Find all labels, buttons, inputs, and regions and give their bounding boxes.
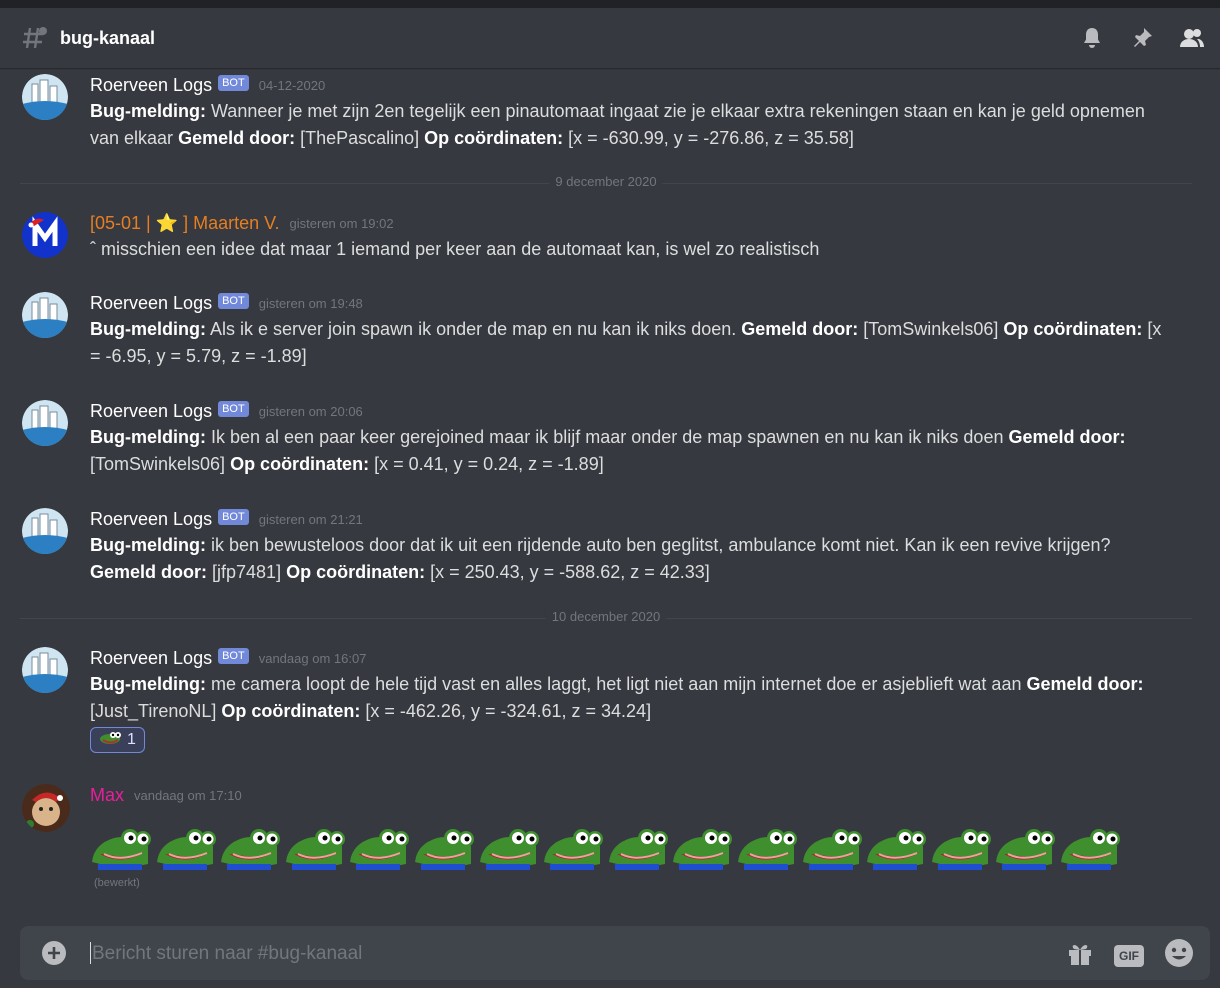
bot-badge: BOT [218,293,249,309]
date-divider: 9 december 2020 [20,174,1192,189]
text-caret [90,942,91,964]
emoji-picker-icon[interactable] [1164,938,1194,973]
message-list[interactable]: Roerveen Logs BOT 04-12-2020 Bug-melding… [0,68,1220,916]
message-author[interactable]: Roerveen Logs [90,648,212,669]
message-author[interactable]: Roerveen Logs [90,75,212,96]
pepe-frog-emote[interactable] [284,824,348,870]
pepe-frog-emote[interactable] [348,824,412,870]
message-content: Bug-melding: ik ben bewusteloos door dat… [90,535,1111,582]
bot-avatar[interactable] [22,647,68,693]
pin-icon[interactable] [1128,24,1156,52]
edited-label: (bewerkt) [94,877,140,889]
message-author[interactable]: Max [90,785,124,806]
message-timestamp: vandaag om 17:10 [134,787,242,803]
pepe-frog-emote[interactable] [542,824,606,870]
date-divider: 10 december 2020 [20,609,1192,624]
pepe-frog-emote[interactable] [90,824,154,870]
pepe-frog-emote[interactable] [865,824,929,870]
pepe-frog-emote[interactable] [736,824,800,870]
bot-avatar[interactable] [22,400,68,446]
gif-button[interactable]: GIF [1114,944,1144,967]
message-input[interactable] [90,940,1034,968]
message-content: Bug-melding: Als ik e server join spawn … [90,319,1162,366]
bot-avatar[interactable] [22,292,68,338]
reaction-count: 1 [127,731,136,748]
channel-header: bug-kanaal [0,8,1220,68]
frog-emote-icon [99,731,121,750]
message-timestamp: gisteren om 19:02 [289,215,394,231]
message-author[interactable]: [05-01 | ⭐ ] Maarten V. [90,213,280,234]
message-timestamp: 04-12-2020 [258,77,326,93]
message-timestamp: vandaag om 16:07 [258,650,367,666]
message-content: ˆ misschien een idee dat maar 1 iemand p… [90,239,820,259]
pepe-frog-emote[interactable] [413,824,477,870]
pepe-frog-emote[interactable] [219,824,283,870]
pepe-frog-emote[interactable] [1059,824,1123,870]
pepe-frog-emote[interactable] [671,824,735,870]
gift-icon[interactable] [1066,939,1094,972]
reaction-button[interactable]: 1 [90,727,145,753]
pepe-frog-emote[interactable] [801,824,865,870]
text-channel-hash-icon [22,25,48,51]
pepe-frog-emote[interactable] [607,824,671,870]
message-timestamp: gisteren om 20:06 [258,403,363,419]
upload-plus-icon[interactable] [42,941,66,965]
notification-bell-icon[interactable] [1078,24,1106,52]
message-composer: GIF [20,926,1210,980]
message-author[interactable]: Roerveen Logs [90,293,212,314]
emote-row [90,824,1124,870]
pepe-frog-emote[interactable] [994,824,1058,870]
message-content: Bug-melding: me camera loopt de hele tij… [90,674,1144,721]
user-avatar[interactable] [22,784,70,832]
pepe-frog-emote[interactable] [478,824,542,870]
bot-badge: BOT [218,648,249,664]
message-author[interactable]: Roerveen Logs [90,401,212,422]
bot-avatar[interactable] [22,74,68,120]
bot-badge: BOT [218,75,249,91]
message-timestamp: gisteren om 19:48 [258,295,363,311]
message-content: Bug-melding: Wanneer je met zijn 2en teg… [90,101,1145,148]
bot-avatar[interactable] [22,508,68,554]
member-list-icon[interactable] [1178,24,1206,52]
bot-badge: BOT [218,401,249,417]
message-author[interactable]: Roerveen Logs [90,509,212,530]
message-timestamp: gisteren om 21:21 [258,511,363,527]
pepe-frog-emote[interactable] [155,824,219,870]
channel-name: bug-kanaal [60,27,156,48]
user-avatar[interactable] [22,212,68,258]
pepe-frog-emote[interactable] [930,824,994,870]
bot-badge: BOT [218,509,249,525]
window-top-strip [0,0,1220,8]
message-content: Bug-melding: Ik ben al een paar keer ger… [90,427,1126,474]
